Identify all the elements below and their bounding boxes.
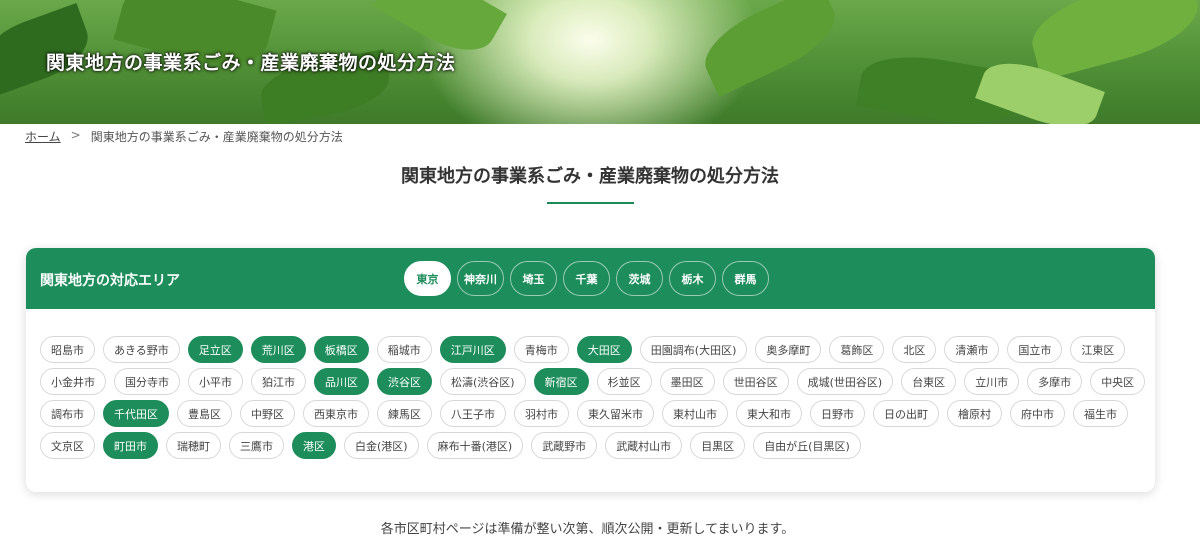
municipality-chip[interactable]: 足立区: [187, 336, 243, 363]
municipality-chip[interactable]: 日野市: [810, 400, 865, 427]
area-card-header: 関東地方の対応エリア 東京 神奈川 埼玉 千葉 茨城 栃木 群馬: [26, 248, 1155, 309]
breadcrumb-current: 関東地方の事業系ごみ・産業廃棄物の処分方法: [90, 130, 343, 144]
municipality-chip[interactable]: 墨田区: [659, 368, 715, 395]
municipality-chip[interactable]: 江東区: [1070, 336, 1126, 363]
municipality-chip[interactable]: 台東区: [901, 368, 957, 395]
municipality-chip[interactable]: 武蔵村山市: [605, 432, 683, 459]
municipality-chip[interactable]: 東村山市: [662, 400, 728, 427]
municipality-chip[interactable]: 渋谷区: [377, 368, 432, 395]
municipality-chip[interactable]: 世田谷区: [722, 368, 789, 395]
prefecture-tabs: 東京 神奈川 埼玉 千葉 茨城 栃木 群馬: [404, 261, 769, 296]
municipality-chip[interactable]: 目黒区: [690, 432, 746, 459]
municipality-chip[interactable]: 練馬区: [377, 400, 432, 427]
municipality-chip[interactable]: 町田市: [103, 432, 158, 459]
leaf-decoration: [1023, 0, 1200, 81]
municipality-chip[interactable]: 羽村市: [514, 400, 569, 427]
municipality-chip[interactable]: 三鷹市: [229, 432, 284, 459]
municipality-chip[interactable]: 文京区: [40, 432, 95, 459]
prefecture-tab[interactable]: 埼玉: [510, 261, 557, 296]
hero-title: 関東地方の事業系ごみ・産業廃棄物の処分方法: [46, 52, 456, 74]
municipality-chip[interactable]: 多摩市: [1027, 368, 1083, 395]
prefecture-tab[interactable]: 栃木: [669, 261, 716, 296]
breadcrumb-separator: >: [70, 128, 81, 142]
municipality-chip[interactable]: 小金井市: [40, 368, 106, 395]
prefecture-tab[interactable]: 千葉: [563, 261, 610, 296]
municipality-chip[interactable]: 港区: [292, 432, 336, 459]
prefecture-tab[interactable]: 茨城: [616, 261, 663, 296]
municipality-chip[interactable]: 東大和市: [736, 400, 802, 427]
municipality-chip[interactable]: 檜原村: [947, 400, 1002, 427]
municipality-chip[interactable]: 八王子市: [440, 400, 506, 427]
municipality-chip[interactable]: あきる野市: [103, 336, 180, 363]
breadcrumb-home-link[interactable]: ホーム: [25, 128, 61, 145]
municipality-chip[interactable]: 府中市: [1010, 400, 1065, 427]
municipality-chip[interactable]: 杉並区: [596, 368, 652, 395]
municipality-chip[interactable]: 日の出町: [873, 400, 939, 427]
municipality-chip[interactable]: 中央区: [1090, 368, 1146, 395]
municipality-chip[interactable]: 葛飾区: [829, 336, 885, 363]
prefecture-tab[interactable]: 神奈川: [457, 261, 504, 296]
municipality-chip[interactable]: 国分寺市: [114, 368, 180, 395]
municipality-list: 昭島市 あきる野市 足立区 荒川区 板橋区 稲城市 江戸川区 青梅市 大田区 田園調布(大田区) 奥…: [40, 336, 1150, 459]
municipality-chip[interactable]: 自由が丘(目黒区): [753, 432, 861, 459]
municipality-chip[interactable]: 清瀬市: [944, 336, 1000, 363]
municipality-chip[interactable]: 千代田区: [103, 400, 169, 427]
area-card: 関東地方の対応エリア 東京 神奈川 埼玉 千葉 茨城 栃木 群馬 昭島市 あきる野市 足立区 荒川…: [26, 248, 1155, 492]
prefecture-tab[interactable]: 東京: [404, 261, 451, 296]
municipality-chip[interactable]: 板橋区: [313, 336, 369, 363]
municipality-chip[interactable]: 松濤(渋谷区): [440, 368, 526, 395]
municipality-chip[interactable]: 西東京市: [303, 400, 369, 427]
municipality-chip[interactable]: 東久留米市: [577, 400, 654, 427]
title-underline: [547, 202, 634, 204]
municipality-chip[interactable]: 品川区: [314, 368, 369, 395]
municipality-chip[interactable]: 奥多摩町: [755, 336, 822, 363]
municipality-chip[interactable]: 北区: [892, 336, 937, 363]
municipality-chip[interactable]: 狛江市: [251, 368, 306, 395]
municipality-chip[interactable]: 麻布十番(港区): [426, 432, 524, 459]
leaf-decoration: [693, 0, 847, 97]
municipality-chip[interactable]: 武蔵野市: [531, 432, 598, 459]
breadcrumb: ホーム > 関東地方の事業系ごみ・産業廃棄物の処分方法: [25, 128, 343, 145]
municipality-chip[interactable]: 田園調布(大田区): [639, 336, 748, 363]
municipality-chip[interactable]: 立川市: [964, 368, 1020, 395]
municipality-chip[interactable]: 福生市: [1073, 400, 1128, 427]
page-title: 関東地方の事業系ごみ・産業廃棄物の処分方法: [401, 166, 779, 187]
municipality-chip[interactable]: 新宿区: [533, 368, 589, 395]
prefecture-tab[interactable]: 群馬: [722, 261, 769, 296]
municipality-chip[interactable]: 小平市: [188, 368, 243, 395]
municipality-chip[interactable]: 中野区: [240, 400, 295, 427]
municipality-chip[interactable]: 白金(港区): [344, 432, 419, 459]
municipality-chip[interactable]: 豊島区: [177, 400, 232, 427]
municipality-chip[interactable]: 成城(世田谷区): [796, 368, 894, 395]
municipality-chip[interactable]: 瑞穂町: [166, 432, 221, 459]
area-label: 関東地方の対応エリア: [40, 273, 180, 289]
municipality-chip[interactable]: 調布市: [40, 400, 95, 427]
municipality-chip[interactable]: 大田区: [576, 336, 632, 363]
municipality-chip[interactable]: 稲城市: [376, 336, 432, 363]
hero-banner: 関東地方の事業系ごみ・産業廃棄物の処分方法: [0, 0, 1200, 124]
notice-text: 各市区町村ページは準備が整い次第、順次公開・更新してまいります。: [380, 522, 795, 537]
municipality-chip[interactable]: 昭島市: [40, 336, 95, 363]
municipality-chip[interactable]: 荒川区: [250, 336, 306, 363]
municipality-chip[interactable]: 江戸川区: [439, 336, 506, 363]
municipality-chip[interactable]: 国立市: [1007, 336, 1063, 363]
municipality-chip[interactable]: 青梅市: [513, 336, 569, 363]
